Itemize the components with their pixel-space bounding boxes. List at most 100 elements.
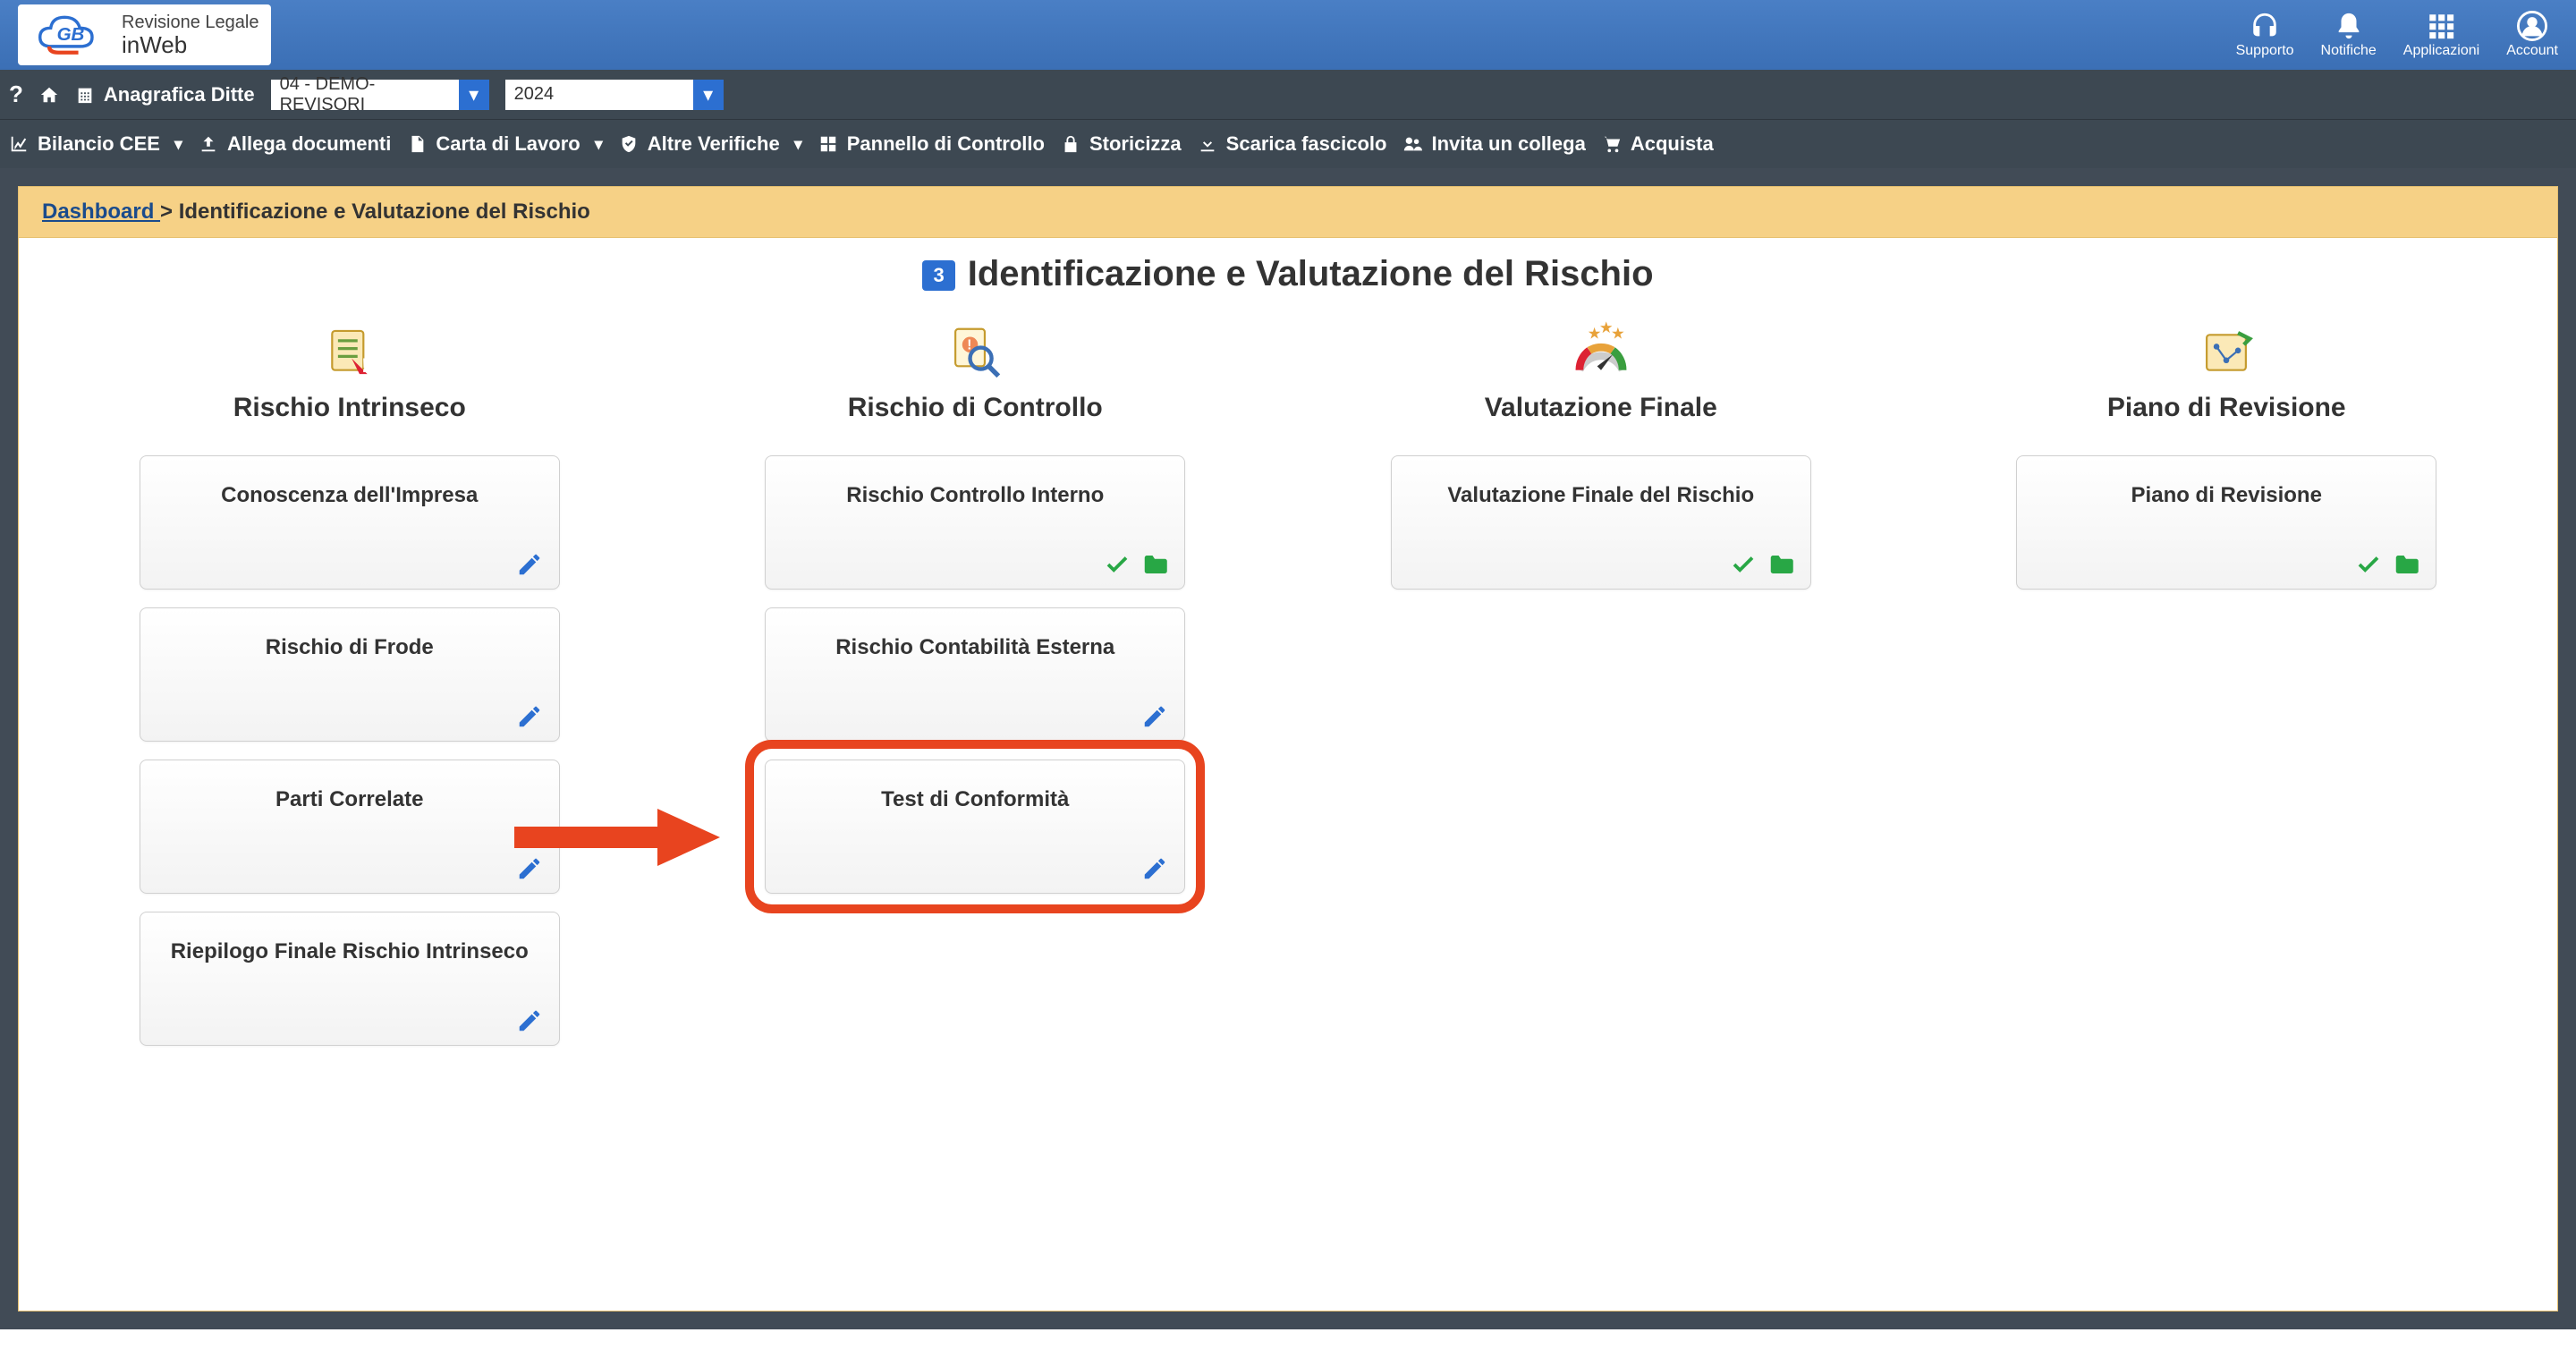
toolbar-row-2: Bilancio CEE Allega documenti Carta di L… — [0, 119, 2576, 168]
edit-icon[interactable] — [516, 551, 543, 578]
pannello-button[interactable]: Pannello di Controllo — [818, 132, 1045, 156]
altre-menu[interactable]: Altre Verifiche — [619, 132, 802, 156]
card-label: Parti Correlate — [158, 787, 541, 812]
card-0-3[interactable]: Riepilogo Finale Rischio Intrinseco — [140, 912, 560, 1046]
column-title: Rischio di Controllo — [848, 393, 1103, 423]
check-icon — [1730, 551, 1757, 578]
card-label: Riepilogo Finale Rischio Intrinseco — [158, 939, 541, 964]
brand-logo[interactable]: GB Revisione Legale inWeb — [18, 4, 271, 65]
notifications-button[interactable]: Notifiche — [2321, 11, 2377, 59]
column-1: Rischio di Controllo Rischio Controllo In… — [681, 321, 1271, 1064]
carta-menu[interactable]: Carta di Lavoro — [407, 132, 602, 156]
invita-button[interactable]: Invita un collega — [1402, 132, 1585, 156]
card-1-2[interactable]: Test di Conformità — [765, 760, 1185, 894]
card-0-1[interactable]: Rischio di Frode — [140, 607, 560, 742]
headset-icon — [2250, 11, 2280, 41]
card-label: Piano di Revisione — [2035, 483, 2418, 508]
card-wrap: Parti Correlate — [140, 760, 560, 912]
allega-button[interactable]: Allega documenti — [199, 132, 391, 156]
column-title: Piano di Revisione — [2107, 393, 2346, 423]
download-icon — [1198, 134, 1217, 154]
card-2-0[interactable]: Valutazione Finale del Rischio — [1391, 455, 1811, 590]
support-button[interactable]: Supporto — [2236, 11, 2294, 59]
bell-icon — [2334, 11, 2364, 41]
card-wrap: Piano di Revisione — [2016, 455, 2436, 607]
card-status-icons — [516, 551, 543, 578]
column-icon — [2195, 321, 2258, 384]
card-wrap: Conoscenza dell'Impresa — [140, 455, 560, 607]
edit-icon[interactable] — [516, 1007, 543, 1034]
card-status-icons — [516, 703, 543, 730]
breadcrumb: Dashboard > Identificazione e Valutazion… — [18, 186, 2558, 238]
edit-icon[interactable] — [1141, 855, 1168, 882]
card-label: Rischio Controllo Interno — [784, 483, 1166, 508]
column-icon — [944, 321, 1006, 384]
help-button[interactable]: ? — [9, 81, 23, 108]
acquista-button[interactable]: Acquista — [1602, 132, 1714, 156]
card-0-0[interactable]: Conoscenza dell'Impresa — [140, 455, 560, 590]
toolbar-row-1: ? Anagrafica Ditte 04 - DEMO- REVISORI ▾… — [0, 70, 2576, 119]
grid-icon — [2426, 11, 2456, 41]
brand-line1: Revisione Legale — [122, 13, 258, 32]
users-icon — [1402, 134, 1422, 154]
year-select[interactable]: 2024 ▾ — [505, 80, 724, 110]
scarica-button[interactable]: Scarica fascicolo — [1198, 132, 1387, 156]
account-button[interactable]: Account — [2506, 11, 2558, 59]
card-wrap: Rischio Controllo Interno — [765, 455, 1185, 607]
card-wrap: Rischio Contabilità Esterna — [765, 607, 1185, 760]
breadcrumb-root-link[interactable]: Dashboard — [42, 199, 160, 224]
card-status-icons — [1141, 703, 1168, 730]
column-2: Valutazione Finale Valutazione Finale del… — [1306, 321, 1896, 1064]
card-status-icons — [516, 1007, 543, 1034]
column-icon — [318, 321, 381, 384]
card-status-icons — [1104, 551, 1168, 578]
anagrafica-button[interactable]: Anagrafica Ditte — [75, 83, 255, 106]
lock-icon — [1061, 134, 1080, 154]
card-1-1[interactable]: Rischio Contabilità Esterna — [765, 607, 1185, 742]
card-status-icons — [1141, 855, 1168, 882]
column-title: Valutazione Finale — [1485, 393, 1717, 423]
brand-line2: inWeb — [122, 32, 258, 58]
apps-button[interactable]: Applicazioni — [2403, 11, 2479, 59]
check-icon — [1104, 551, 1131, 578]
edit-icon[interactable] — [1141, 703, 1168, 730]
card-label: Test di Conformità — [784, 787, 1166, 812]
column-0: Rischio IntrinsecoConoscenza dell'Impres… — [55, 321, 645, 1064]
card-status-icons — [2355, 551, 2419, 578]
folder-icon[interactable] — [1767, 551, 1794, 578]
columns-container: Rischio IntrinsecoConoscenza dell'Impres… — [19, 321, 2557, 1064]
card-wrap: Riepilogo Finale Rischio Intrinseco — [140, 912, 560, 1064]
shield-check-icon — [619, 134, 639, 154]
home-button[interactable] — [39, 85, 59, 105]
card-0-2[interactable]: Parti Correlate — [140, 760, 560, 894]
check-icon — [2355, 551, 2382, 578]
card-1-0[interactable]: Rischio Controllo Interno — [765, 455, 1185, 590]
ditta-select-caret[interactable]: ▾ — [459, 80, 489, 110]
card-wrap: Valutazione Finale del Rischio — [1391, 455, 1811, 607]
cloud-logo-icon: GB — [30, 8, 111, 62]
year-select-caret[interactable]: ▾ — [693, 80, 724, 110]
column-3: Piano di Revisione Piano di Revisione — [1932, 321, 2522, 1064]
upload-icon — [199, 134, 218, 154]
home-icon — [39, 85, 59, 105]
card-label: Conoscenza dell'Impresa — [158, 483, 541, 508]
ditta-select[interactable]: 04 - DEMO- REVISORI ▾ — [271, 80, 489, 110]
card-label: Valutazione Finale del Rischio — [1410, 483, 1792, 508]
toolbar: ? Anagrafica Ditte 04 - DEMO- REVISORI ▾… — [0, 70, 2576, 168]
card-wrap: Test di Conformità — [765, 760, 1185, 912]
storicizza-button[interactable]: Storicizza — [1061, 132, 1182, 156]
column-icon — [1570, 321, 1632, 384]
section-number-badge: 3 — [922, 260, 954, 291]
svg-text:GB: GB — [57, 24, 85, 45]
card-3-0[interactable]: Piano di Revisione — [2016, 455, 2436, 590]
dashboard-icon — [818, 134, 838, 154]
header-right: Supporto Notifiche Applicazioni Account — [2236, 11, 2558, 59]
breadcrumb-current: Identificazione e Valutazione del Rischi… — [179, 199, 590, 224]
folder-icon[interactable] — [1141, 551, 1168, 578]
folder-icon[interactable] — [2393, 551, 2419, 578]
bilancio-menu[interactable]: Bilancio CEE — [9, 132, 182, 156]
brand-text: Revisione Legale inWeb — [122, 13, 258, 58]
edit-icon[interactable] — [516, 703, 543, 730]
card-label: Rischio di Frode — [158, 635, 541, 660]
building-icon — [75, 85, 95, 105]
